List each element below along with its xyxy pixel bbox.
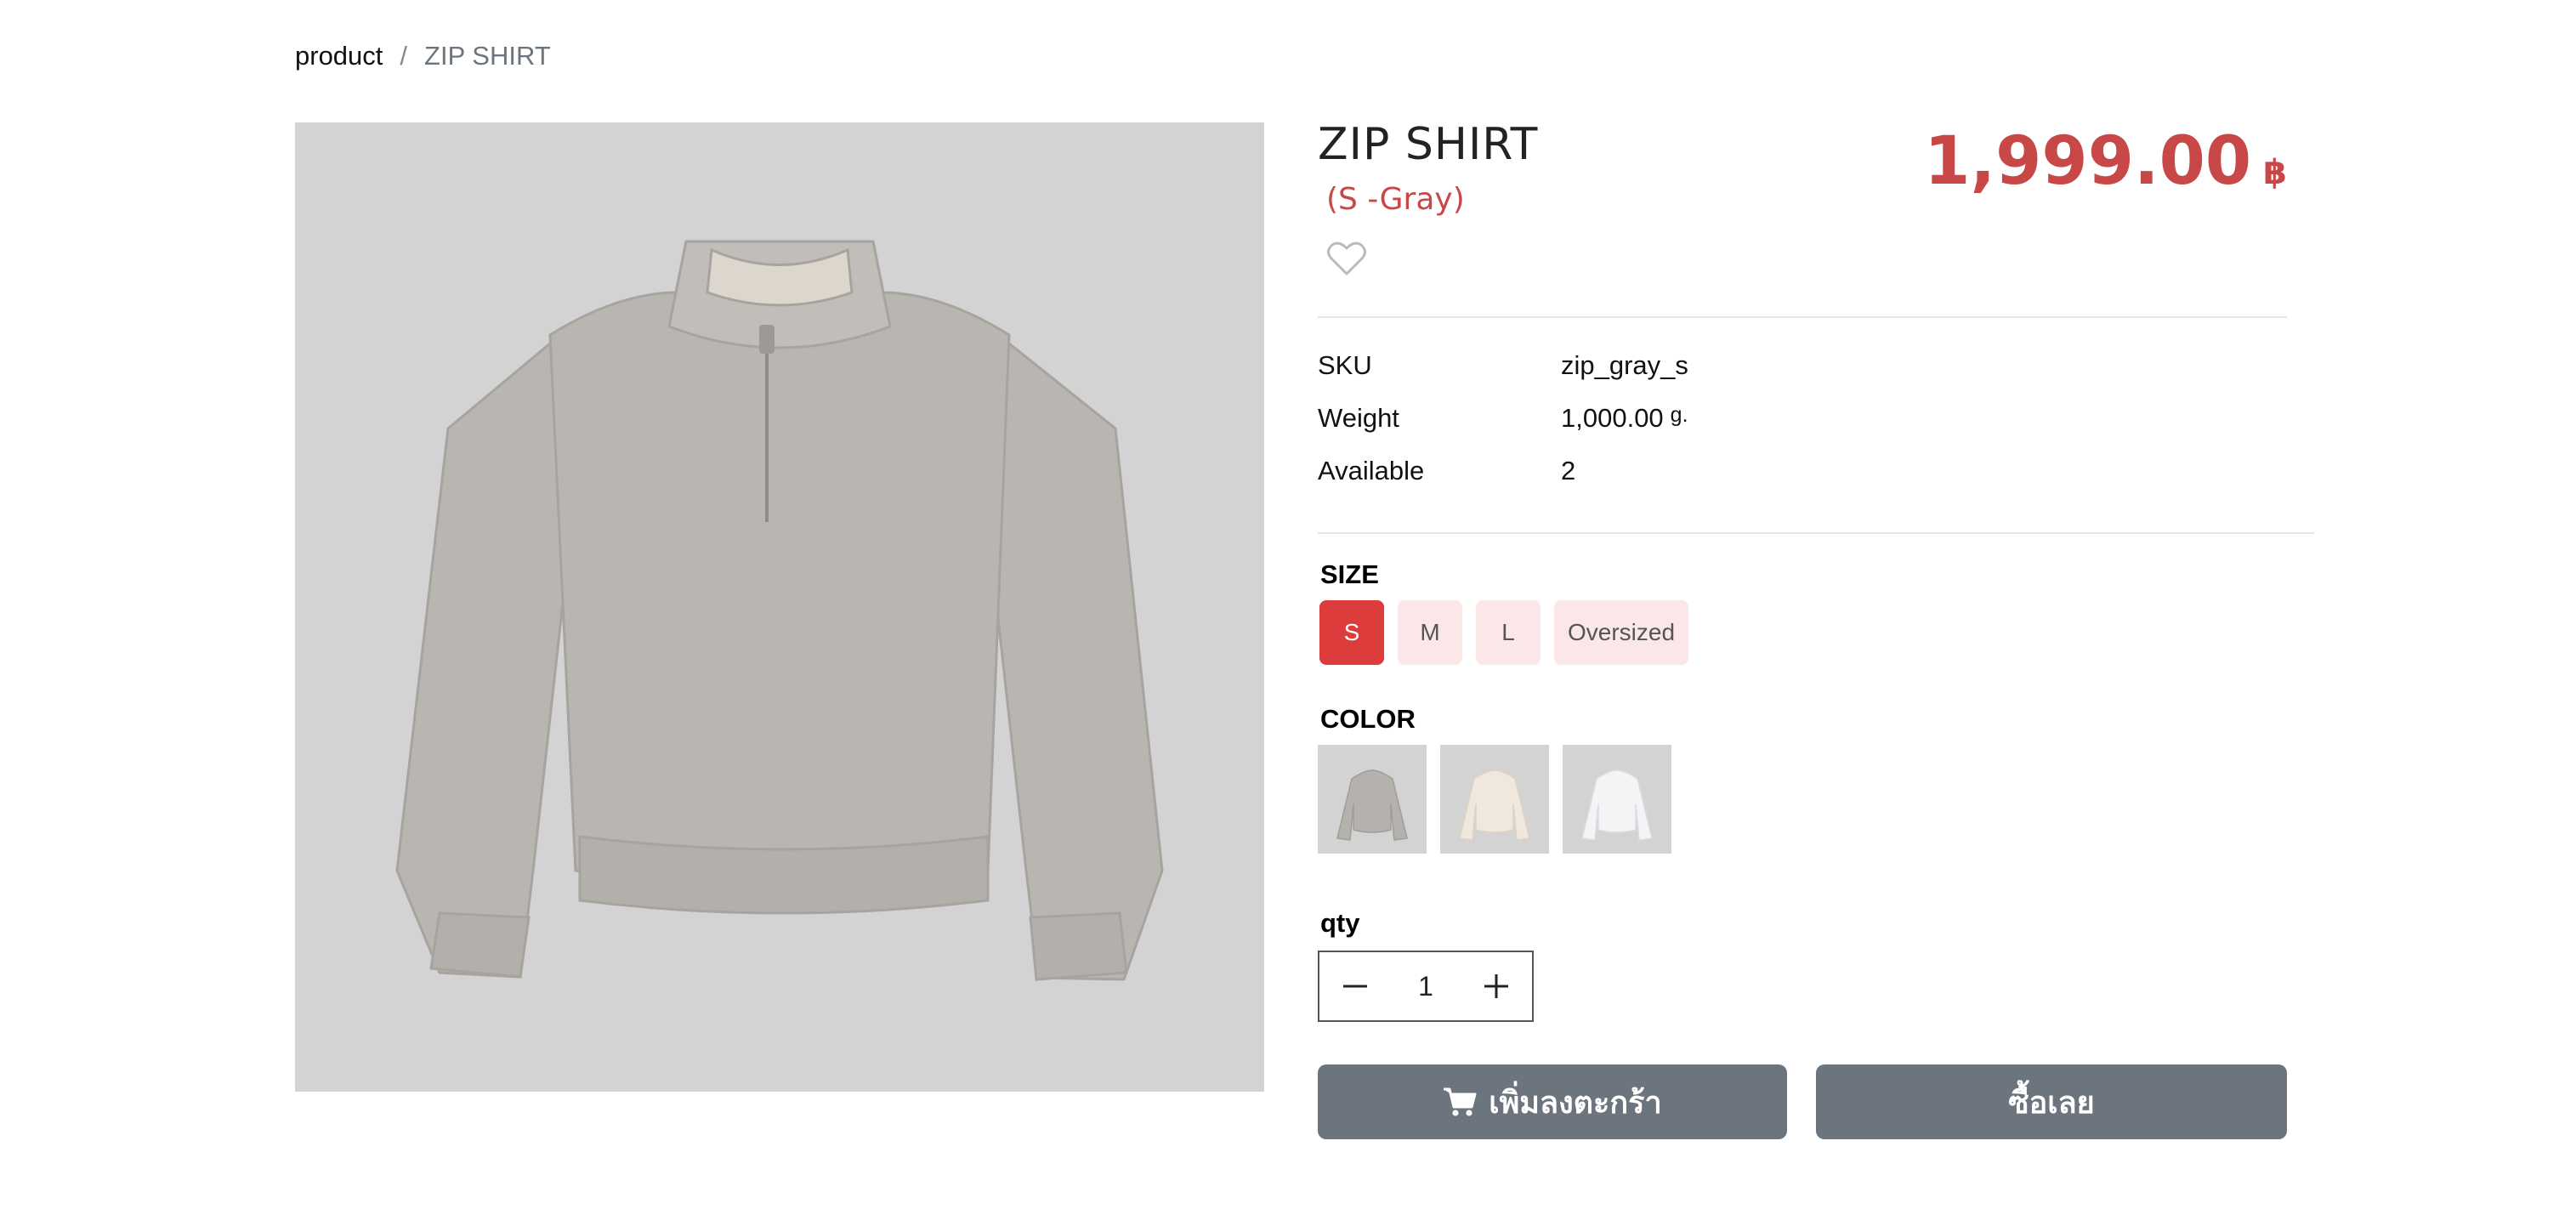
product-image	[295, 122, 1264, 1092]
sweatshirt-thumbnail	[1459, 769, 1530, 841]
add-to-cart-button[interactable]: เพิ่มลงตะกร้า	[1318, 1064, 1787, 1139]
qty-label: qty	[1320, 908, 1360, 938]
qty-input[interactable]	[1399, 969, 1453, 1003]
size-option-l[interactable]: L	[1476, 600, 1540, 665]
attribute-label: Weight	[1318, 403, 1399, 433]
size-option-m[interactable]: M	[1398, 600, 1462, 665]
size-option-s[interactable]: S	[1319, 600, 1384, 665]
breadcrumb-link-product[interactable]: product	[295, 41, 383, 71]
sweatshirt-thumbnail	[1581, 769, 1653, 841]
breadcrumb-separator: /	[400, 41, 408, 71]
attribute-row-available: Available 2	[1318, 456, 2253, 486]
attribute-unit: g.	[1670, 403, 1688, 427]
qty-increase-button[interactable]	[1461, 952, 1532, 1020]
wishlist-button[interactable]	[1326, 240, 1367, 277]
cart-icon	[1444, 1087, 1477, 1116]
breadcrumb-current: ZIP SHIRT	[424, 41, 551, 71]
color-swatch-white[interactable]	[1563, 745, 1671, 854]
price: 1,999.00 ฿	[1924, 123, 2287, 200]
product-title: ZIP SHIRT	[1318, 119, 1539, 170]
plus-icon	[1484, 974, 1508, 998]
currency-symbol: ฿	[2263, 153, 2287, 192]
size-label: SIZE	[1320, 559, 1379, 589]
size-option-oversized[interactable]: Oversized	[1554, 600, 1689, 665]
buy-now-button[interactable]: ซื้อเลย	[1816, 1064, 2287, 1139]
qty-decrease-button[interactable]	[1319, 952, 1391, 1020]
divider	[1318, 316, 2287, 318]
attribute-row-weight: Weight 1,000.00 g.	[1318, 403, 2253, 434]
attribute-value: 1,000.00	[1561, 403, 1664, 433]
attribute-label: Available	[1318, 456, 1425, 485]
attribute-label: SKU	[1318, 350, 1372, 380]
attribute-value: 2	[1561, 456, 1576, 485]
color-options	[1318, 745, 1671, 854]
color-swatch-gray[interactable]	[1318, 745, 1427, 854]
divider	[1318, 532, 2314, 534]
attribute-row-sku: SKU zip_gray_s	[1318, 350, 2253, 381]
color-label: COLOR	[1320, 704, 1416, 734]
add-to-cart-label: เพิ่มลงตะกร้า	[1489, 1085, 1662, 1121]
quantity-stepper	[1318, 951, 1534, 1022]
price-amount: 1,999.00	[1924, 123, 2252, 200]
attribute-value: zip_gray_s	[1561, 350, 1688, 380]
breadcrumb: product / ZIP SHIRT	[295, 41, 551, 71]
product-variant: (S -Gray)	[1326, 182, 1465, 217]
sweatshirt-image	[395, 240, 1164, 981]
size-options: S M L Oversized	[1319, 600, 1689, 665]
color-swatch-cream[interactable]	[1440, 745, 1549, 854]
heart-outline-icon	[1327, 241, 1366, 275]
minus-icon	[1343, 985, 1367, 988]
buy-now-label: ซื้อเลย	[2008, 1085, 2095, 1121]
sweatshirt-thumbnail	[1336, 769, 1408, 841]
